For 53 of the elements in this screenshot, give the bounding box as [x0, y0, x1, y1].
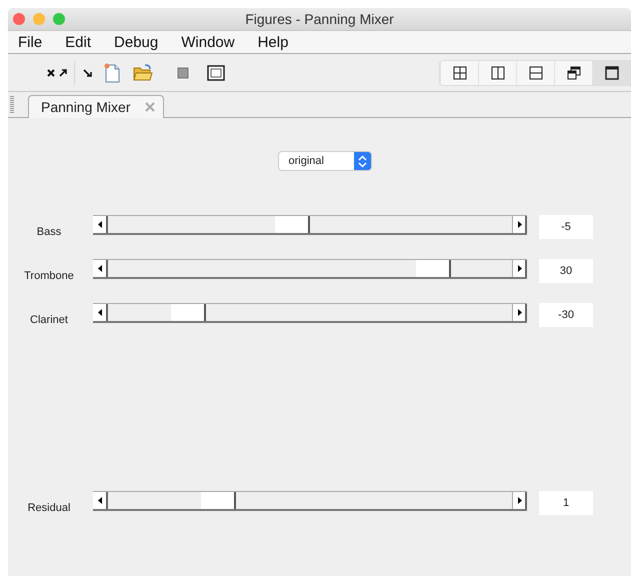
menu-item[interactable]: Help: [248, 34, 302, 50]
float-layout-icon: [566, 66, 580, 80]
grid-layout-icon: [452, 66, 466, 80]
value-field[interactable]: 30: [539, 259, 593, 283]
right-arrow-icon: [518, 309, 522, 316]
left-arrow-icon: [97, 309, 102, 316]
slider-thumb[interactable]: [200, 492, 236, 509]
slider[interactable]: [93, 259, 527, 279]
slider[interactable]: [93, 491, 527, 511]
menu-item[interactable]: File: [8, 34, 56, 50]
right-arrow-icon: [518, 497, 522, 504]
frame-icon[interactable]: [207, 64, 225, 80]
right-arrow-button[interactable]: [512, 304, 527, 321]
right-arrow-button[interactable]: [512, 260, 527, 277]
slider-label: Trombone: [23, 270, 75, 282]
right-arrow-icon: [518, 221, 522, 228]
dropdown[interactable]: original: [278, 151, 372, 171]
document-tab[interactable]: Panning Mixer: [28, 95, 164, 118]
slider[interactable]: [93, 215, 527, 235]
right-arrow-button[interactable]: [512, 492, 527, 509]
chevron-icon: [358, 154, 366, 168]
left-arrow-icon: [97, 265, 102, 272]
right-arrow-icon: [518, 265, 522, 272]
value-field[interactable]: 1: [539, 491, 593, 515]
left-arrow-button[interactable]: [93, 260, 108, 277]
value-field[interactable]: -30: [539, 303, 593, 327]
left-arrow-button[interactable]: [93, 304, 108, 321]
square-icon[interactable]: [177, 66, 189, 78]
menu-item[interactable]: Edit: [55, 34, 104, 50]
rows-layout-icon: [528, 66, 542, 80]
new-file-icon[interactable]: [103, 62, 121, 82]
single-layout-icon: [604, 66, 618, 80]
left-arrow-button[interactable]: [93, 216, 108, 233]
slider-label: Bass: [36, 226, 62, 238]
dock-arrow-icon[interactable]: [83, 68, 93, 78]
left-arrow-button[interactable]: [93, 492, 108, 509]
slider-thumb[interactable]: [274, 216, 310, 233]
slider-label: Clarinet: [29, 314, 69, 326]
folder-icon[interactable]: [133, 64, 153, 82]
slider[interactable]: [93, 303, 527, 323]
value-field[interactable]: -5: [539, 215, 593, 239]
layout-button[interactable]: [592, 60, 630, 84]
menu-item[interactable]: Debug: [104, 34, 172, 50]
right-arrow-button[interactable]: [512, 216, 527, 233]
left-arrow-icon: [97, 497, 102, 504]
close-undock-icon[interactable]: [46, 66, 68, 78]
window-title: Figures - Panning Mixer: [245, 11, 394, 27]
columns-layout-icon: [490, 66, 504, 80]
left-arrow-icon: [97, 221, 102, 228]
menu-item[interactable]: Window: [171, 34, 248, 50]
slider-label: Residual: [26, 502, 72, 514]
slider-thumb[interactable]: [416, 260, 451, 277]
slider-thumb[interactable]: [171, 304, 206, 321]
